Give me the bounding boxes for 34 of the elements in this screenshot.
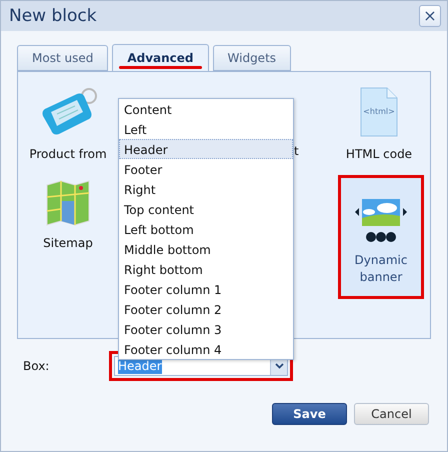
- tab[interactable]: Widgets: [212, 45, 292, 71]
- dropdown-option[interactable]: Left: [119, 119, 293, 139]
- close-button[interactable]: ×: [419, 5, 441, 27]
- chevron-down-icon: [274, 363, 284, 369]
- tile-label: t: [293, 144, 299, 160]
- dropdown-option[interactable]: Middle bottom: [119, 239, 293, 259]
- dropdown-option[interactable]: Right: [119, 179, 293, 199]
- dropdown-option[interactable]: Footer column 1: [119, 279, 293, 299]
- tile-label: Sitemap: [43, 235, 93, 252]
- dropdown-option[interactable]: Footer column 3: [119, 319, 293, 339]
- dropdown-option[interactable]: Right bottom: [119, 259, 293, 279]
- tab[interactable]: Most used: [17, 45, 108, 71]
- dropdown-option[interactable]: Top content: [119, 199, 293, 219]
- dropdown-option[interactable]: Footer: [119, 159, 293, 179]
- block-tile[interactable]: Product from: [29, 86, 107, 163]
- banner-slideshow-icon: [353, 198, 409, 244]
- tile-label: HTML code: [346, 146, 412, 163]
- window-title: New block: [9, 6, 97, 26]
- dropdown-option[interactable]: Footer column 4: [119, 339, 293, 359]
- save-button[interactable]: Save: [272, 403, 347, 425]
- dropdown-option[interactable]: Header: [119, 139, 293, 159]
- block-tile[interactable]: <html> HTML code: [346, 86, 412, 163]
- dropdown-option[interactable]: Footer column 2: [119, 299, 293, 319]
- cancel-button[interactable]: Cancel: [354, 403, 429, 425]
- block-tile[interactable]: Sitemap: [43, 179, 93, 299]
- box-label: Box:: [23, 359, 50, 373]
- tile-label: Product from: [29, 146, 107, 163]
- tile-label: Dynamic banner: [354, 252, 408, 286]
- dropdown-option[interactable]: Content: [119, 99, 293, 119]
- tab[interactable]: Advanced: [112, 44, 209, 71]
- map-icon: [44, 179, 91, 227]
- html-file-icon: <html>: [359, 86, 399, 138]
- dropdown-option[interactable]: Left bottom: [119, 219, 293, 239]
- block-tile[interactable]: Dynamic banner: [338, 175, 424, 299]
